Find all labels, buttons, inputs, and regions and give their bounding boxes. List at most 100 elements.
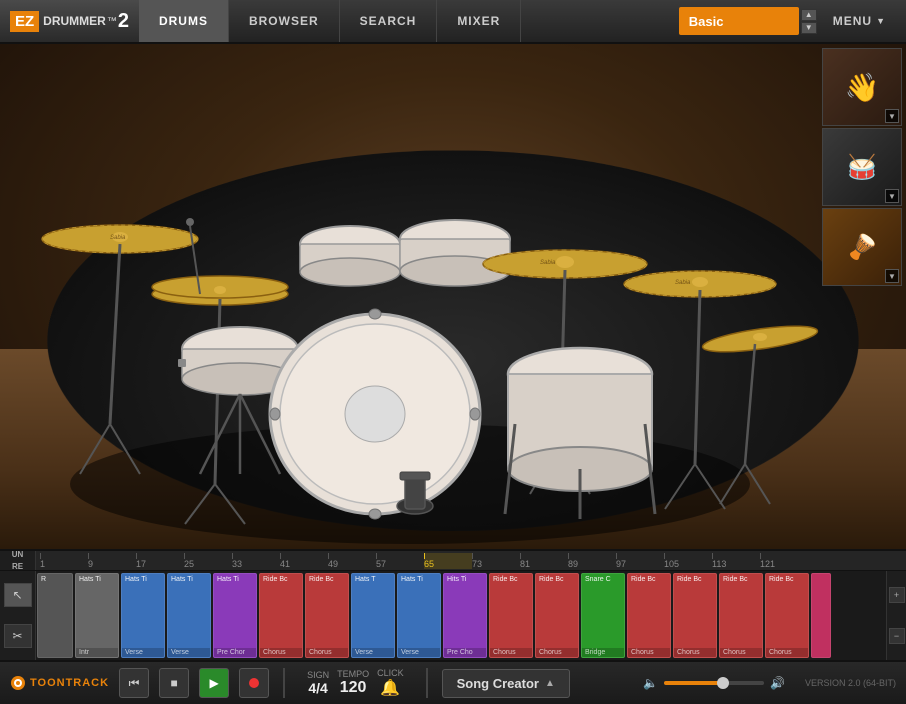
toontrack-label: TOONTRACK <box>30 677 109 689</box>
record-button[interactable] <box>239 668 269 698</box>
preset-dropdown[interactable]: Basic Rock Jazz Metal <box>679 7 799 35</box>
instrument-3-arrow[interactable]: ▼ <box>885 269 899 283</box>
track-block-chorus7[interactable]: Ride Bc Chorus <box>719 573 763 658</box>
version-label: VERSION 2.0 (64-BIT) <box>805 678 896 688</box>
ruler-mark-105: 105 <box>664 553 712 569</box>
track-block-r[interactable]: R <box>37 573 73 658</box>
song-creator-label: Song Creator <box>457 676 539 691</box>
block-bottom: Intr <box>76 648 118 657</box>
preset-arrows[interactable]: ▲ ▼ <box>801 9 817 34</box>
ruler-mark-33: 33 <box>232 553 280 569</box>
timeline-area: UN RE 1 9 17 25 33 41 49 57 65 73 81 89 … <box>0 549 906 660</box>
play-icon: ▶ <box>209 676 218 690</box>
block-top: Hits Ti <box>444 574 486 648</box>
redo-button[interactable]: RE <box>10 561 25 571</box>
block-bottom: Chorus <box>536 648 578 657</box>
logo-drummer-text: DRUMMER <box>43 14 106 28</box>
click-icon: 🔔 <box>380 678 400 698</box>
track-block-chorus5[interactable]: Ride Bc Chorus <box>627 573 671 658</box>
song-creator-button[interactable]: Song Creator ▲ <box>442 669 570 698</box>
block-bottom: Pre Chor <box>214 648 256 657</box>
stop-button[interactable]: ■ <box>159 668 189 698</box>
block-bottom: Pre Cho <box>444 648 486 657</box>
svg-text:Sabia: Sabia <box>110 235 126 241</box>
right-timeline-tools: + − <box>886 571 906 660</box>
ruler-mark-73: 73 <box>472 553 520 569</box>
volume-low-icon: 🔈 <box>643 676 658 690</box>
track-block-chorus2[interactable]: Ride Bc Chorus <box>305 573 349 658</box>
zoom-out-tool[interactable]: − <box>889 628 905 644</box>
track-block-intr[interactable]: Hats Ti Intr <box>75 573 119 658</box>
ruler-marks: 1 9 17 25 33 41 49 57 65 73 81 89 97 105… <box>36 553 886 569</box>
transport-bar: TOONTRACK ⏮ ■ ▶ SIGN 4/4 TEMPO 120 CLICK… <box>0 660 906 704</box>
ruler-mark-25: 25 <box>184 553 232 569</box>
track-block-chorus8[interactable]: Ride Bc Chorus <box>765 573 809 658</box>
track-block-verse2[interactable]: Hats Ti Verse <box>167 573 211 658</box>
track-block-verse1[interactable]: Hats Ti Verse <box>121 573 165 658</box>
toontrack-icon <box>10 675 26 691</box>
block-top: Ride Bc <box>260 574 302 648</box>
time-display: SIGN 4/4 TEMPO 120 CLICK 🔔 <box>307 668 404 698</box>
tracks-scroll[interactable]: R Hats Ti Intr Hats Ti Verse Hats Ti Ver… <box>36 571 886 660</box>
track-block-end[interactable] <box>811 573 831 658</box>
block-top: Hats Ti <box>76 574 118 648</box>
scissors-tool[interactable]: ✂ <box>4 624 32 648</box>
instrument-thumb-2[interactable]: 🥁 ▼ <box>822 128 902 206</box>
block-top: Ride Bc <box>536 574 578 648</box>
svg-text:Sabia: Sabia <box>675 280 691 286</box>
play-button[interactable]: ▶ <box>199 668 229 698</box>
ruler-mark-1: 1 <box>40 553 88 569</box>
menu-button[interactable]: MENU ▼ <box>821 14 898 28</box>
record-dot <box>249 678 259 688</box>
ruler-mark-49: 49 <box>328 553 376 569</box>
instrument-thumb-3[interactable]: 🪘 ▼ <box>822 208 902 286</box>
block-bottom: Verse <box>122 648 164 657</box>
ruler-mark-41: 41 <box>280 553 328 569</box>
instrument-thumb-1[interactable]: 👋 ▼ <box>822 48 902 126</box>
tab-search[interactable]: SEARCH <box>340 0 438 42</box>
select-tool[interactable]: ↖ <box>4 583 32 607</box>
preset-up-arrow[interactable]: ▲ <box>801 9 817 21</box>
track-block-bridge[interactable]: Snare C Bridge <box>581 573 625 658</box>
track-block-chorus4[interactable]: Ride Bc Chorus <box>535 573 579 658</box>
tab-drums[interactable]: DRUMS <box>139 0 229 42</box>
ruler-mark-121: 121 <box>760 553 808 569</box>
track-block-prechorus2[interactable]: Hits Ti Pre Cho <box>443 573 487 658</box>
tempo-value: 120 <box>340 679 367 697</box>
logo-ez-text: EZ <box>10 11 39 32</box>
preset-down-arrow[interactable]: ▼ <box>801 22 817 34</box>
block-bottom: Chorus <box>628 648 670 657</box>
block-top: Ride Bc <box>628 574 670 648</box>
track-block-chorus3[interactable]: Ride Bc Chorus <box>489 573 533 658</box>
ruler-mark-65: 65 <box>424 553 472 569</box>
tab-browser[interactable]: BROWSER <box>229 0 340 42</box>
rewind-icon: ⏮ <box>129 676 140 691</box>
track-block-chorus6[interactable]: Ride Bc Chorus <box>673 573 717 658</box>
preset-area: Basic Rock Jazz Metal ▲ ▼ MENU ▼ <box>679 7 906 35</box>
track-block-verse4[interactable]: Hats Ti Verse <box>397 573 441 658</box>
block-top: Ride Bc <box>490 574 532 648</box>
volume-slider[interactable] <box>664 681 764 685</box>
logo-trademark: ™ <box>107 16 117 27</box>
svg-text:Sabia: Sabia <box>540 260 556 266</box>
track-block-verse3[interactable]: Hats T Verse <box>351 573 395 658</box>
block-top: Ride Bc <box>720 574 762 648</box>
tracks-area: ↖ ✂ R Hats Ti Intr Hats Ti Verse <box>0 571 906 660</box>
instrument-2-arrow[interactable]: ▼ <box>885 189 899 203</box>
ruler-mark-9: 9 <box>88 553 136 569</box>
tab-mixer[interactable]: MIXER <box>437 0 521 42</box>
song-creator-arrow: ▲ <box>545 678 555 689</box>
track-block-chorus1[interactable]: Ride Bc Chorus <box>259 573 303 658</box>
stop-icon: ■ <box>170 676 177 690</box>
ruler-mark-17: 17 <box>136 553 184 569</box>
instrument-1-arrow[interactable]: ▼ <box>885 109 899 123</box>
volume-slider-area: 🔈 🔊 <box>643 676 785 690</box>
rewind-button[interactable]: ⏮ <box>119 668 149 698</box>
track-block-prechorus1[interactable]: Hats Ti Pre Chor <box>213 573 257 658</box>
right-instrument-panel: 👋 ▼ 🥁 ▼ 🪘 ▼ <box>818 44 906 290</box>
ruler-mark-57: 57 <box>376 553 424 569</box>
block-bottom: Chorus <box>720 648 762 657</box>
zoom-in-tool[interactable]: + <box>889 587 905 603</box>
undo-button[interactable]: UN <box>10 551 26 560</box>
block-bottom: Verse <box>352 648 394 657</box>
